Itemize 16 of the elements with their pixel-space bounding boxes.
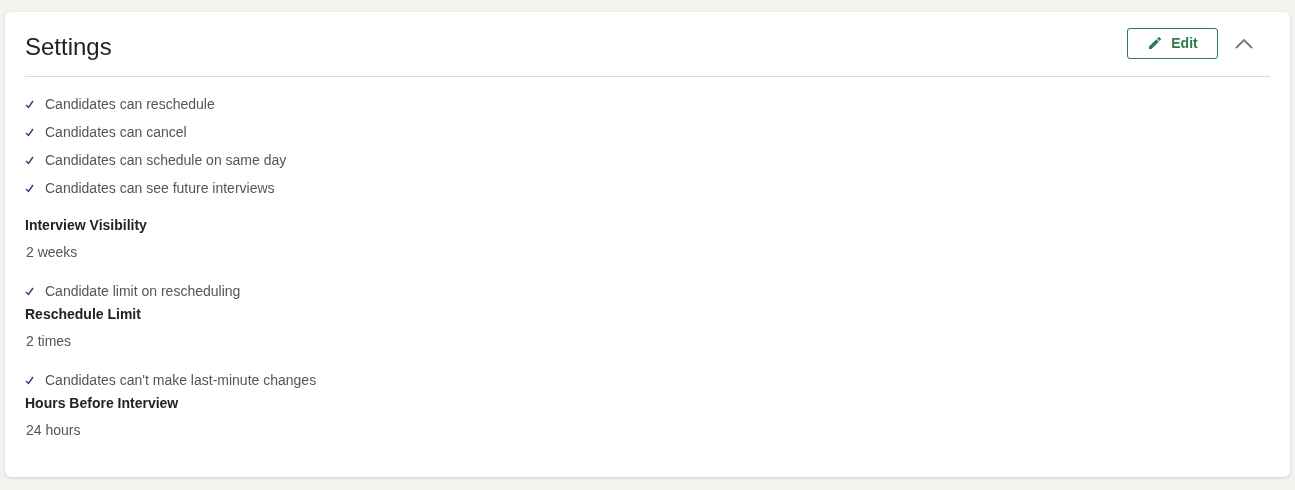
field-label: Interview Visibility: [25, 216, 148, 235]
setting-label: Candidates can reschedule: [45, 94, 215, 114]
setting-label: Candidates can cancel: [45, 122, 187, 142]
panel-title: Settings: [25, 31, 113, 62]
field-value: 24 hours: [25, 421, 82, 440]
edit-button[interactable]: Edit: [1127, 27, 1218, 59]
field-value: 2 times: [25, 332, 73, 351]
field-label: Reschedule Limit: [25, 305, 142, 324]
pencil-icon: [1147, 35, 1164, 51]
field-value: 2 weeks: [25, 243, 79, 262]
setting-label: Candidate limit on rescheduling: [45, 281, 241, 301]
setting-label: Candidates can't make last-minute changes: [45, 370, 317, 390]
setting-label: Candidates can see future interviews: [45, 178, 275, 198]
field-label: Hours Before Interview: [25, 394, 180, 413]
chevron-icon: [1235, 39, 1253, 49]
setting-label: Candidates can schedule on same day: [45, 150, 287, 170]
